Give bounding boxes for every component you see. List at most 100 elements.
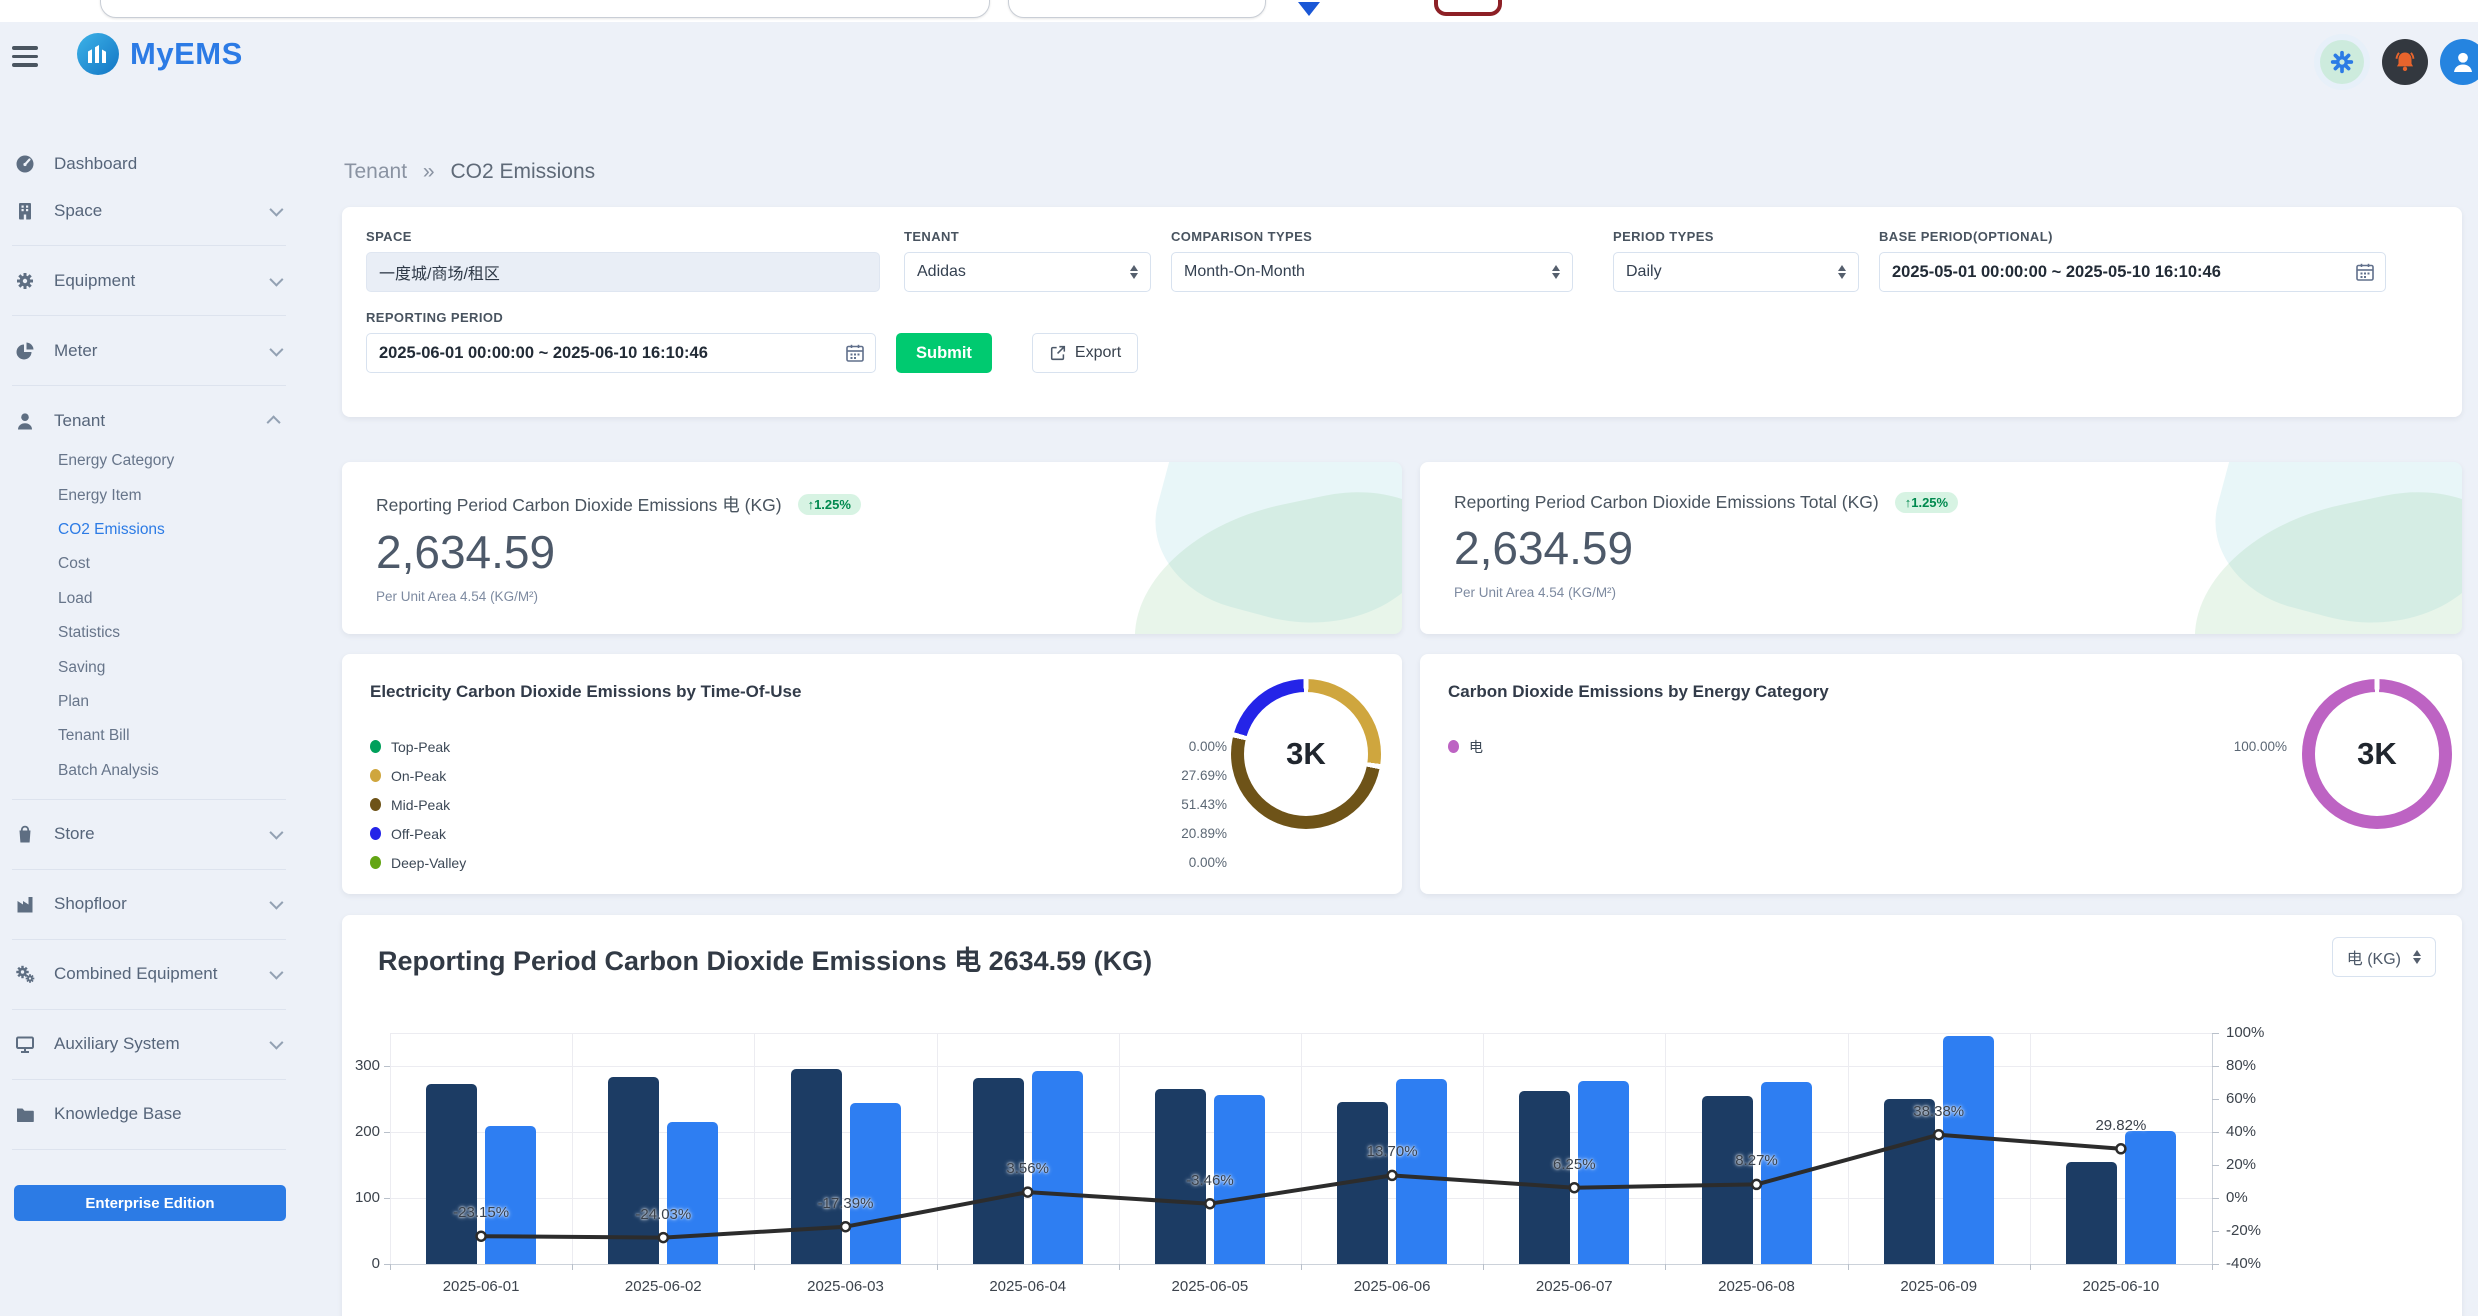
sidebar-item-auxiliary-system[interactable]: Auxiliary System: [0, 1021, 300, 1068]
line-marker: [1388, 1171, 1397, 1180]
settings-button[interactable]: [2314, 34, 2370, 90]
chevron-down-icon: [269, 896, 283, 910]
unit-select[interactable]: 电 (KG): [2332, 937, 2436, 977]
sidebar-item-tenant[interactable]: Tenant: [0, 397, 300, 444]
legend-item-on-peak[interactable]: On-Peak27.69%: [370, 761, 1227, 790]
notifications-button[interactable]: [2382, 39, 2428, 85]
x-axis-label: 2025-06-07: [1494, 1278, 1654, 1295]
tenant-select[interactable]: Adidas: [904, 252, 1151, 292]
browser-chrome-strip: [0, 0, 2478, 22]
chevron-down-icon: [269, 202, 283, 216]
sidebar-item-dashboard[interactable]: Dashboard: [0, 140, 300, 187]
sidebar-item-energy-item[interactable]: Energy Item: [0, 478, 300, 512]
sidebar-item-store[interactable]: Store: [0, 811, 300, 858]
reporting-period-input[interactable]: [366, 333, 876, 373]
sidebar-divider: [0, 304, 300, 327]
sidebar-item-batch-analysis[interactable]: Batch Analysis: [0, 754, 300, 788]
axis-tick: [2030, 1264, 2031, 1270]
donut-chart: 3K: [2302, 679, 2452, 829]
x-axis-label: 2025-06-05: [1130, 1278, 1290, 1295]
legend-item-deep-valley[interactable]: Deep-Valley0.00%: [370, 848, 1227, 877]
x-axis-label: 2025-06-04: [948, 1278, 1108, 1295]
y-axis-right-label: -40%: [2226, 1255, 2261, 1272]
kpi-card-total-emissions: Reporting Period Carbon Dioxide Emission…: [1420, 462, 2462, 634]
change-rate-label: 13.70%: [1327, 1143, 1457, 1160]
sidebar-item-tenant-bill[interactable]: Tenant Bill: [0, 719, 300, 753]
legend-item-[interactable]: 电100.00%: [1448, 732, 2287, 761]
app-name: MyEMS: [130, 36, 243, 72]
sidebar-item-label: Auxiliary System: [54, 1034, 270, 1054]
sidebar-item-plan[interactable]: Plan: [0, 685, 300, 719]
period-types-select[interactable]: Daily: [1613, 252, 1859, 292]
axis-tick: [2212, 1099, 2219, 1100]
axis-tick: [937, 1264, 938, 1270]
sidebar-item-space[interactable]: Space: [0, 187, 300, 234]
x-axis-label: 2025-06-03: [766, 1278, 926, 1295]
space-input[interactable]: [366, 252, 880, 292]
reporting-period-label: REPORTING PERIOD: [366, 310, 876, 325]
line-marker: [477, 1232, 486, 1241]
legend-percent: 20.89%: [1181, 826, 1227, 841]
avatar[interactable]: [2440, 39, 2478, 85]
kpi-title: Reporting Period Carbon Dioxide Emission…: [376, 492, 782, 517]
sidebar-item-co2-emissions[interactable]: CO2 Emissions: [0, 513, 300, 547]
hamburger-menu-icon[interactable]: [12, 46, 40, 72]
y-axis-right-label: 0%: [2226, 1189, 2248, 1206]
sidebar-item-label: Combined Equipment: [54, 964, 270, 984]
axis-tick: [2212, 1066, 2219, 1067]
sidebar-item-equipment[interactable]: Equipment: [0, 257, 300, 304]
change-rate-label: 29.82%: [2056, 1117, 2186, 1134]
legend-label: Top-Peak: [391, 739, 450, 755]
sidebar-divider: [0, 998, 300, 1021]
sidebar-item-saving[interactable]: Saving: [0, 650, 300, 684]
calendar-icon[interactable]: [2354, 261, 2376, 288]
sidebar-item-energy-category[interactable]: Energy Category: [0, 444, 300, 478]
sidebar-item-label: Dashboard: [54, 154, 284, 174]
submit-button[interactable]: Submit: [896, 333, 992, 373]
select-carets-icon: [1838, 265, 1846, 280]
legend-item-top-peak[interactable]: Top-Peak0.00%: [370, 732, 1227, 761]
change-rate-label: 3.56%: [963, 1160, 1093, 1177]
calendar-icon[interactable]: [844, 342, 866, 369]
sidebar-divider: [0, 234, 300, 257]
select-carets-icon: [1552, 265, 1560, 280]
sidebar-item-load[interactable]: Load: [0, 582, 300, 616]
base-period-input[interactable]: [1879, 252, 2386, 292]
axis-tick: [2212, 1132, 2219, 1133]
axis-tick: [2212, 1198, 2219, 1199]
chevron-down-icon: [269, 272, 283, 286]
sidebar-item-meter[interactable]: Meter: [0, 327, 300, 374]
line-marker: [841, 1222, 850, 1231]
chevron-down-icon: [269, 966, 283, 980]
app-logo[interactable]: MyEMS: [76, 32, 243, 76]
axis-tick: [1483, 1264, 1484, 1270]
browser-artifact-icon: [1298, 2, 1320, 16]
comparison-types-select[interactable]: Month-On-Month: [1171, 252, 1573, 292]
x-axis-label: 2025-06-09: [1859, 1278, 2019, 1295]
change-rate-label: -23.15%: [416, 1204, 546, 1221]
sidebar-item-cost[interactable]: Cost: [0, 547, 300, 581]
change-rate-label: 8.27%: [1692, 1152, 1822, 1169]
breadcrumb-parent[interactable]: Tenant: [344, 160, 407, 183]
bar-plot: 0100200300-40%-20%0%20%40%60%80%100%2025…: [390, 1033, 2212, 1264]
donut-legend: Top-Peak0.00%On-Peak27.69%Mid-Peak51.43%…: [370, 732, 1227, 877]
legend-item-off-peak[interactable]: Off-Peak20.89%: [370, 819, 1227, 848]
sidebar-item-knowledge-base[interactable]: Knowledge Base: [0, 1091, 300, 1138]
sidebar-divider: [0, 858, 300, 881]
factory-icon: [14, 893, 40, 915]
legend-percent: 51.43%: [1181, 797, 1227, 812]
monitor-icon: [14, 1033, 40, 1055]
axis-tick: [1665, 1264, 1666, 1270]
enterprise-edition-button[interactable]: Enterprise Edition: [14, 1185, 286, 1221]
sidebar-divider: [0, 1138, 300, 1161]
legend-item-mid-peak[interactable]: Mid-Peak51.43%: [370, 790, 1227, 819]
donut-card-title: Carbon Dioxide Emissions by Energy Categ…: [1448, 682, 2434, 702]
sidebar-item-combined-equipment[interactable]: Combined Equipment: [0, 951, 300, 998]
sidebar-item-shopfloor[interactable]: Shopfloor: [0, 881, 300, 928]
change-rate-line: [390, 1033, 2212, 1264]
gear-icon: [2329, 49, 2355, 75]
sidebar-item-statistics[interactable]: Statistics: [0, 616, 300, 650]
legend-label: 电: [1469, 737, 1483, 757]
app-header: MyEMS: [0, 22, 2478, 90]
export-button[interactable]: Export: [1032, 333, 1138, 373]
